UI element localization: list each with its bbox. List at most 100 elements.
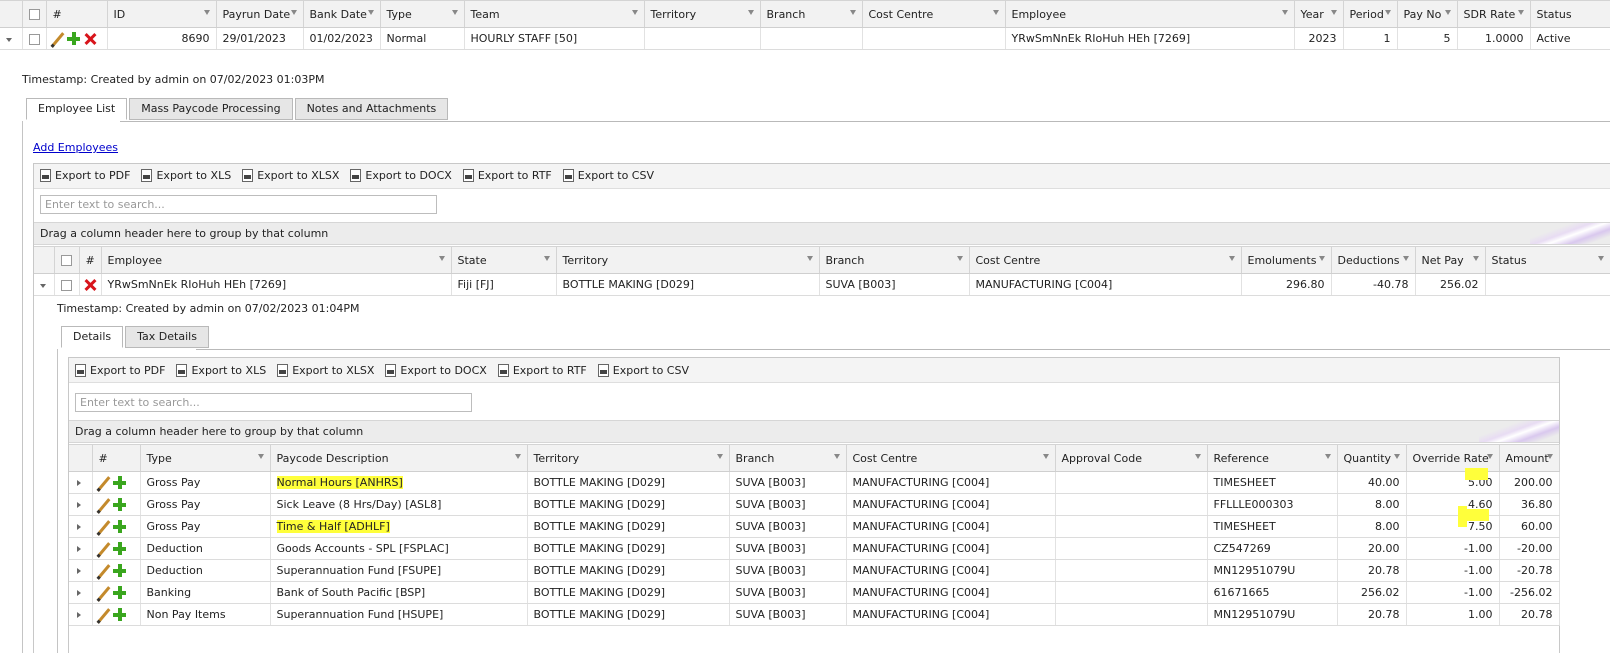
header-col-pay-no[interactable]: Pay No [1397, 0, 1458, 28]
header-col-payrun-date[interactable]: Payrun Date [216, 0, 304, 28]
filter-icon[interactable] [203, 10, 210, 15]
row-expander[interactable] [69, 537, 93, 560]
filter-icon[interactable] [1318, 256, 1325, 261]
header-col-amount[interactable]: Amount [1499, 444, 1560, 472]
header-col-hash[interactable]: # [92, 444, 141, 472]
delete-icon[interactable] [84, 33, 96, 45]
row-checkbox[interactable] [60, 279, 72, 291]
header-col-emoluments[interactable]: Emoluments [1241, 246, 1332, 274]
filter-icon[interactable] [1228, 256, 1235, 261]
header-col-status[interactable]: Status [1530, 0, 1610, 28]
header-col-territory[interactable]: Territory [527, 444, 730, 472]
filter-icon[interactable] [1402, 256, 1409, 261]
header-col-approval-code[interactable]: Approval Code [1055, 444, 1208, 472]
header-col-territory[interactable]: Territory [644, 0, 761, 28]
expand-arrow-icon[interactable] [77, 612, 81, 618]
row-checkbox[interactable] [28, 33, 40, 45]
filter-icon[interactable] [1042, 454, 1049, 459]
row-expander[interactable] [69, 471, 93, 494]
header-col-status[interactable]: Status [1485, 246, 1610, 274]
tab-mass-paycode-processing[interactable]: Mass Paycode Processing [129, 98, 293, 120]
export-csv-button[interactable]: Export to CSV [562, 169, 654, 182]
tab-details[interactable]: Details [61, 326, 124, 348]
delete-icon[interactable] [84, 279, 96, 291]
header-col-hash[interactable]: # [79, 246, 102, 274]
header-col-id[interactable]: ID [107, 0, 217, 28]
edit-icon[interactable] [97, 498, 110, 511]
export-xls-button[interactable]: Export to XLS [176, 364, 266, 377]
header-col-quantity[interactable]: Quantity [1337, 444, 1407, 472]
header-col-hash[interactable]: # [46, 0, 108, 28]
header-col-year[interactable]: Year [1294, 0, 1344, 28]
filter-icon[interactable] [367, 10, 374, 15]
filter-icon[interactable] [992, 10, 999, 15]
export-csv-button[interactable]: Export to CSV [597, 364, 689, 377]
header-col-cost-centre[interactable]: Cost Centre [862, 0, 1006, 28]
table-row[interactable]: Non Pay Items Superannuation Fund [HSUPE]… [69, 603, 1560, 626]
expand-arrow-icon[interactable] [77, 524, 81, 530]
table-row[interactable]: YRwSmNnEk RIoHuh HEh [7269] Fiji [FJ] BO… [34, 273, 1610, 296]
header-col-paycode-description[interactable]: Paycode Description [270, 444, 528, 472]
add-icon[interactable] [113, 542, 126, 556]
expand-arrow-icon[interactable] [77, 546, 81, 552]
export-xlsx-button[interactable]: Export to XLSX [242, 169, 339, 182]
export-docx-button[interactable]: Export to DOCX [385, 364, 487, 377]
filter-icon[interactable] [747, 10, 754, 15]
header-select-all[interactable] [54, 246, 80, 274]
header-col-cost-centre[interactable]: Cost Centre [846, 444, 1056, 472]
table-row[interactable]: Deduction Goods Accounts - SPL [FSPLAC] BO… [69, 537, 1560, 560]
header-col-period[interactable]: Period [1343, 0, 1398, 28]
filter-icon[interactable] [631, 10, 638, 15]
filter-icon[interactable] [290, 10, 297, 15]
add-icon[interactable] [113, 498, 126, 512]
header-select-all[interactable] [22, 0, 47, 28]
filter-icon[interactable] [1324, 454, 1331, 459]
filter-icon[interactable] [1384, 10, 1391, 15]
row-expander[interactable] [0, 27, 23, 50]
tab-notes-and-attachments[interactable]: Notes and Attachments [294, 98, 449, 120]
header-col-branch[interactable]: Branch [729, 444, 847, 472]
filter-icon[interactable] [833, 454, 840, 459]
add-icon[interactable] [113, 476, 126, 490]
expand-arrow-icon[interactable] [77, 590, 81, 596]
filter-icon[interactable] [543, 256, 550, 261]
header-col-state[interactable]: State [451, 246, 557, 274]
expand-arrow-icon[interactable] [77, 480, 81, 486]
header-col-team[interactable]: Team [464, 0, 645, 28]
table-row[interactable]: 8690 29/01/2023 01/02/2023 Normal HOURLY… [0, 27, 1610, 50]
filter-icon[interactable] [806, 256, 813, 261]
table-row[interactable]: Deduction Superannuation Fund [FSUPE] BOTT… [69, 559, 1560, 582]
add-icon[interactable] [113, 564, 126, 578]
filter-icon[interactable] [1472, 256, 1479, 261]
edit-icon[interactable] [97, 520, 110, 533]
filter-icon[interactable] [1546, 454, 1553, 459]
header-col-bank-date[interactable]: Bank Date [303, 0, 381, 28]
search-input[interactable]: Enter text to search... [40, 195, 437, 214]
table-row[interactable]: Gross Pay Time & Half [ADHLF] BOTTLE MAKIN… [69, 515, 1560, 538]
filter-icon[interactable] [716, 454, 723, 459]
tab-employee-list[interactable]: Employee List [26, 98, 128, 120]
filter-icon[interactable] [1281, 10, 1288, 15]
table-row[interactable]: Banking Bank of South Pacific [BSP] BOTTLE… [69, 581, 1560, 604]
add-icon[interactable] [113, 608, 126, 622]
filter-icon[interactable] [849, 10, 856, 15]
row-select[interactable] [22, 27, 47, 50]
filter-icon[interactable] [514, 454, 521, 459]
filter-icon[interactable] [1330, 10, 1337, 15]
tab-tax-details[interactable]: Tax Details [125, 326, 209, 348]
filter-icon[interactable] [1597, 256, 1604, 261]
search-input[interactable]: Enter text to search... [75, 393, 472, 412]
header-col-type[interactable]: Type [140, 444, 271, 472]
row-expander[interactable] [69, 603, 93, 626]
edit-icon[interactable] [51, 32, 64, 45]
filter-icon[interactable] [451, 10, 458, 15]
edit-icon[interactable] [97, 542, 110, 555]
export-xlsx-button[interactable]: Export to XLSX [277, 364, 374, 377]
edit-icon[interactable] [97, 476, 110, 489]
add-icon[interactable] [113, 586, 126, 600]
expand-arrow-icon[interactable] [77, 568, 81, 574]
header-col-reference[interactable]: Reference [1207, 444, 1338, 472]
filter-icon[interactable] [956, 256, 963, 261]
export-pdf-button[interactable]: Export to PDF [75, 364, 165, 377]
header-col-branch[interactable]: Branch [760, 0, 863, 28]
